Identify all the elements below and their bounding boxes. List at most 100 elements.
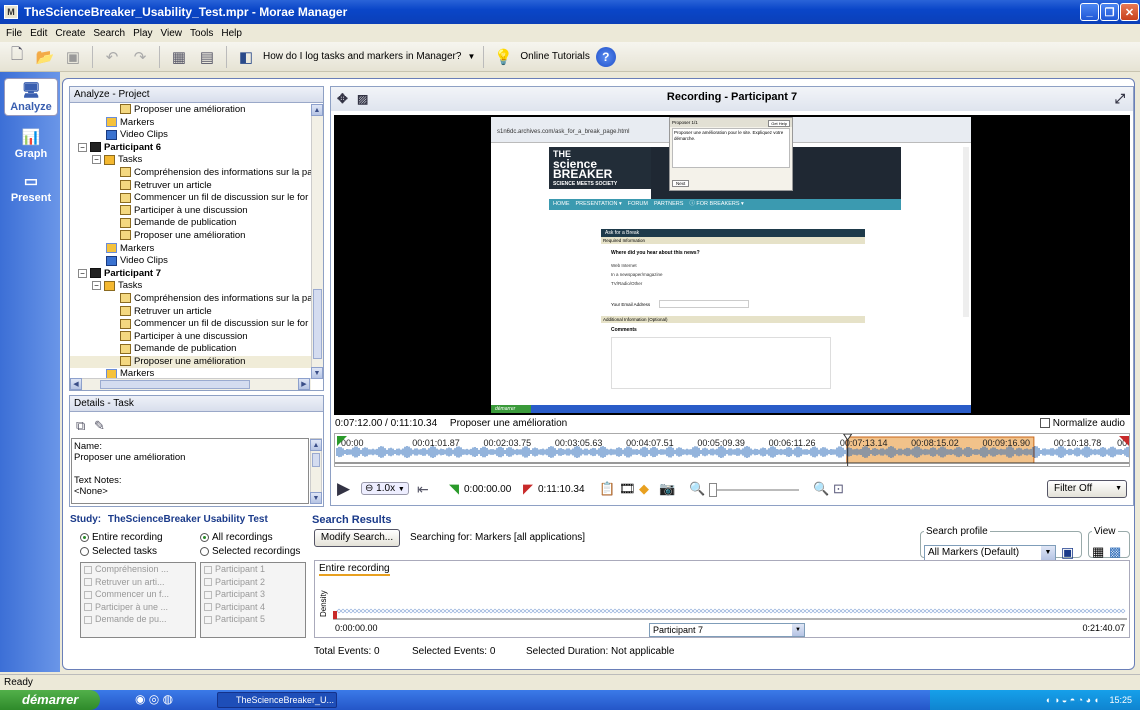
quick-launch-icons[interactable]: ◉ ◎ ◍ xyxy=(135,692,173,706)
scroll-up-icon[interactable]: ▲ xyxy=(311,104,323,116)
scroll-up-icon[interactable]: ▲ xyxy=(310,439,322,451)
all-recordings-option[interactable]: All recordings xyxy=(200,532,273,543)
radio-icon[interactable] xyxy=(80,546,89,556)
tree-item[interactable]: Demande de publication xyxy=(70,343,313,356)
selected-tasks-option[interactable]: Selected tasks xyxy=(80,546,157,557)
timeline[interactable]: 00:00 00:01:01.87 00:02:03.75 00:03:05.63 00… xyxy=(334,433,1130,467)
zoom-out-icon[interactable]: 🔍 xyxy=(689,481,705,497)
details-vertical-scrollbar[interactable]: ▲ ▼ xyxy=(310,438,322,504)
picture-icon[interactable]: ▨ xyxy=(357,89,368,109)
tree-item[interactable]: − Participant 7 xyxy=(70,268,313,281)
menu-help[interactable]: Help xyxy=(217,28,246,39)
graph-mode-button[interactable]: 📊 Graph xyxy=(4,124,58,162)
tree-item[interactable]: Video Clips xyxy=(70,129,313,142)
list-item[interactable]: Commencer un f... xyxy=(81,588,195,601)
form-option[interactable]: TV/Radio/Other xyxy=(611,279,663,288)
list-item[interactable]: Demande de pu... xyxy=(81,613,195,626)
list-item[interactable]: Participant 4 xyxy=(201,601,305,614)
tree-item[interactable]: Video Clips xyxy=(70,255,313,268)
film-icon[interactable]: 🎞 xyxy=(619,481,636,497)
collapse-icon[interactable]: − xyxy=(78,142,87,152)
marker-icon[interactable]: ◆ xyxy=(639,481,649,497)
camera-icon[interactable]: 📷 xyxy=(659,481,675,497)
start-button[interactable]: démarrer xyxy=(0,690,100,710)
recordings-list[interactable]: Participant 1 Participant 2 Participant 3P… xyxy=(200,562,306,638)
tray-icons[interactable]: ◐ ◑ ◒ ◓ ◔ ◕ ◖ xyxy=(1046,695,1099,705)
play-icon[interactable]: ▶ xyxy=(337,479,350,499)
task-dialog-help-button[interactable]: Get Help xyxy=(768,120,790,127)
site-nav-item[interactable]: PARTNERS xyxy=(654,199,683,210)
scroll-thumb[interactable] xyxy=(100,380,250,389)
checkbox-icon[interactable] xyxy=(204,603,212,612)
tree-item[interactable]: Compréhension des informations sur la pa xyxy=(70,293,313,306)
tree-item[interactable]: Demande de publication xyxy=(70,217,313,230)
speed-selector[interactable]: ⊖ 1.0x ▼ xyxy=(361,482,409,495)
collapse-icon[interactable]: − xyxy=(78,268,87,278)
zoom-in-icon[interactable]: 🔍 xyxy=(813,481,829,497)
tree-item[interactable]: Markers xyxy=(70,117,313,130)
tree-item[interactable]: − Participant 6 xyxy=(70,142,313,155)
list-item[interactable]: Participer à une ... xyxy=(81,601,195,614)
open-folder-icon[interactable]: 📂 xyxy=(34,46,56,68)
checkbox-icon[interactable] xyxy=(84,578,92,587)
tree-item[interactable]: Commencer un fil de discussion sur le fo… xyxy=(70,318,313,331)
form-option[interactable]: Web Internet xyxy=(611,261,663,270)
site-nav-item[interactable]: PRESENTATION ▾ xyxy=(576,199,622,210)
radio-checked-icon[interactable] xyxy=(200,532,209,542)
properties-icon[interactable]: ▤ xyxy=(196,46,218,68)
search-profile-select[interactable]: All Markers (Default) ▼ xyxy=(924,545,1056,561)
tree-item[interactable]: − Tasks xyxy=(70,154,313,167)
task-icon[interactable]: 📋 xyxy=(599,481,615,497)
move-icon[interactable]: ✥ xyxy=(337,89,348,109)
checkbox-icon[interactable] xyxy=(204,590,212,599)
tree-item[interactable]: Markers xyxy=(70,243,313,256)
step-back-icon[interactable]: ⇤ xyxy=(417,481,429,498)
entire-recording-option[interactable]: Entire recording xyxy=(80,532,163,543)
taskbar-item-morae[interactable]: TheScienceBreaker_U... xyxy=(217,692,337,708)
start-marker-icon[interactable]: ◥ xyxy=(449,481,459,497)
copy-details-icon[interactable]: ⧉ xyxy=(76,418,85,434)
tasks-list[interactable]: Compréhension ... Retruver un arti... Comm… xyxy=(80,562,196,638)
tree-item[interactable]: Commencer un fil de discussion sur le fo… xyxy=(70,192,313,205)
email-input[interactable] xyxy=(659,300,749,308)
checkbox-icon[interactable] xyxy=(84,603,92,612)
tree-item[interactable]: Proposer une amélioration xyxy=(70,355,313,369)
end-marker-icon[interactable]: ◤ xyxy=(523,481,533,497)
analyze-mode-button[interactable]: 🖥 Analyze xyxy=(4,78,58,116)
details-text-area[interactable]: Name: Proposer une amélioration Text Not… xyxy=(71,438,309,504)
tree-item[interactable]: Compréhension des informations sur la pa xyxy=(70,167,313,180)
scroll-down-icon[interactable]: ▼ xyxy=(311,367,323,379)
scroll-right-icon[interactable]: ▶ xyxy=(298,378,310,390)
tab-entire-recording[interactable]: Entire recording xyxy=(319,563,390,576)
zoom-fit-icon[interactable]: ⊡ xyxy=(833,481,844,497)
import-icon[interactable]: ▦ xyxy=(168,46,190,68)
checkbox-icon[interactable] xyxy=(84,616,92,624)
tree-item[interactable]: Retruver un article xyxy=(70,180,313,193)
menu-view[interactable]: View xyxy=(157,28,187,39)
zoom-slider-thumb[interactable] xyxy=(709,483,717,497)
participant-select[interactable]: Participant 7 ▼ xyxy=(649,623,805,637)
checkbox-icon[interactable] xyxy=(204,578,212,587)
minimize-button[interactable]: _ xyxy=(1080,3,1099,21)
list-item[interactable]: Participant 5 xyxy=(201,613,305,626)
project-horizontal-scrollbar[interactable]: ◀ ▶ xyxy=(70,378,311,390)
project-vertical-scrollbar[interactable]: ▲ ▼ xyxy=(311,104,323,379)
list-item[interactable]: Participant 1 xyxy=(201,563,305,576)
help-icon[interactable]: ? xyxy=(595,46,616,67)
help-question[interactable]: How do I log tasks and markers in Manage… xyxy=(263,51,461,62)
checkbox-icon[interactable] xyxy=(84,590,92,599)
tree-item[interactable]: Participer à une discussion xyxy=(70,331,313,344)
checkbox-icon[interactable] xyxy=(204,616,212,624)
site-nav-item[interactable]: ⓘ FOR BREAKERS ▾ xyxy=(689,199,743,210)
selected-recordings-option[interactable]: Selected recordings xyxy=(200,546,300,557)
redo-icon[interactable]: ↷ xyxy=(129,46,151,68)
list-item[interactable]: Compréhension ... xyxy=(81,563,195,576)
form-option[interactable]: In a newspaper/magazine xyxy=(611,270,663,279)
maximize-button[interactable]: ❐ xyxy=(1100,3,1119,21)
menu-file[interactable]: File xyxy=(2,28,26,39)
menu-tools[interactable]: Tools xyxy=(186,28,217,39)
site-nav-item[interactable]: FORUM xyxy=(628,199,648,210)
tree-item[interactable]: − Tasks xyxy=(70,280,313,293)
list-item[interactable]: Participant 2 xyxy=(201,576,305,589)
menu-search[interactable]: Search xyxy=(89,28,129,39)
